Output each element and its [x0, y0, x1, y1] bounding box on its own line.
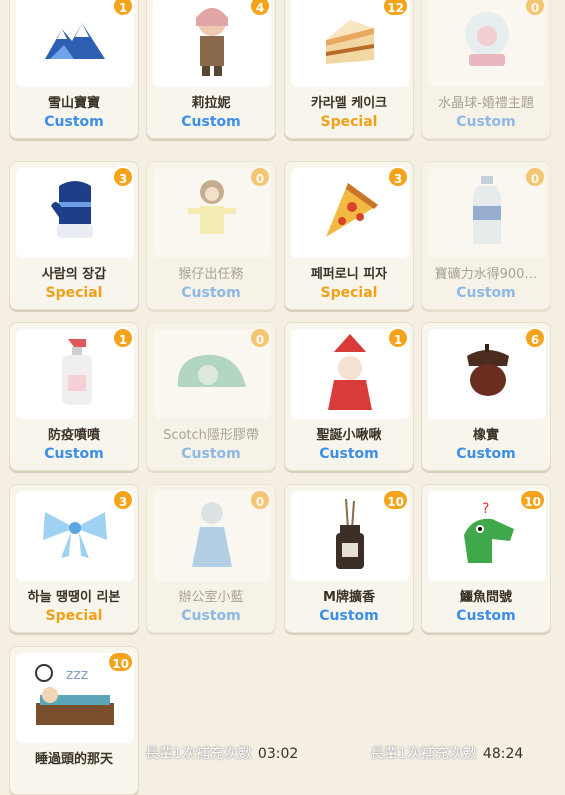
item-name: 聖誕小啾啾	[316, 428, 382, 443]
item-type-label: Custom	[44, 446, 104, 462]
ticker-text: 長輩1次補充次數	[370, 746, 477, 762]
count-badge: 3	[387, 166, 409, 188]
item-name: 寶礦力水得900…	[434, 267, 538, 282]
item-card[interactable]: 1 雪山寶寶 Custom	[9, 0, 139, 139]
office-character-icon	[184, 497, 240, 575]
item-name: 페퍼로니 피자	[310, 267, 388, 282]
tape-dispenser-icon	[172, 347, 252, 401]
item-type-label: Custom	[456, 114, 516, 130]
item-name: 防疫噴噴	[47, 428, 100, 443]
mitten-icon	[47, 176, 103, 250]
svg-text:zzz: zzz	[66, 667, 88, 683]
count-badge: 3	[112, 489, 134, 511]
item-type-label: Custom	[181, 114, 241, 130]
item-card[interactable]: 10 M牌擴香 Custom	[284, 484, 414, 633]
sleeping-icon: zzz	[30, 661, 120, 735]
item-name: 睡過頭的那天	[34, 752, 113, 767]
count-badge: 10	[107, 651, 134, 673]
acorn-icon	[457, 342, 517, 406]
santa-character-icon	[318, 332, 382, 416]
crocodile-icon: ?	[452, 499, 522, 573]
item-name: 鱷魚問號	[459, 590, 512, 605]
item-card[interactable]: 0 水晶球-婚禮主題 Custom	[421, 0, 551, 139]
item-card[interactable]: 3 페퍼로니 피자 Special	[284, 161, 414, 310]
svg-text:?: ?	[482, 501, 489, 517]
ticker-text: 長輩1次補充次數	[145, 746, 252, 762]
item-card[interactable]: 0 Scotch隱形膠帶 Custom	[146, 322, 276, 471]
item-name: 莉拉妮	[191, 96, 231, 111]
item-card[interactable]: 6 橡實 Custom	[421, 322, 551, 471]
item-name: 雪山寶寶	[47, 96, 100, 111]
item-card[interactable]: 0 辦公室小藍 Custom	[146, 484, 276, 633]
item-type-label: Custom	[181, 285, 241, 301]
item-type-label: Custom	[319, 608, 379, 624]
item-card[interactable]: 12 카라멜 케이크 Special	[284, 0, 414, 139]
item-type-label: Custom	[319, 446, 379, 462]
refill-ticker-2: 長輩1次補充次數 48:24	[370, 743, 523, 765]
count-badge: 0	[249, 327, 271, 349]
item-type-label: Custom	[456, 446, 516, 462]
pizza-slice-icon	[318, 179, 382, 247]
item-name: 하늘 땡땡이 리본	[27, 590, 121, 605]
item-name: 카라멜 케이크	[310, 96, 388, 111]
count-badge: 10	[382, 489, 409, 511]
item-card[interactable]: ? 10 鱷魚問號 Custom	[421, 484, 551, 633]
item-card[interactable]: 1 防疫噴噴 Custom	[9, 322, 139, 471]
count-badge: 6	[524, 327, 546, 349]
item-type-label: Custom	[44, 114, 104, 130]
cake-slice-icon	[320, 10, 380, 74]
item-type-label: Special	[45, 285, 103, 301]
diffuser-icon	[328, 495, 372, 577]
count-badge: 0	[524, 166, 546, 188]
item-name: 水晶球-婚禮主題	[438, 96, 534, 111]
ticker-time: 03:02	[257, 746, 299, 762]
snow-mountain-icon	[40, 15, 110, 69]
item-type-label: Special	[45, 608, 103, 624]
count-badge: 0	[249, 489, 271, 511]
ticker-time: 48:24	[482, 746, 524, 762]
item-type-label: Custom	[456, 608, 516, 624]
count-badge: 3	[112, 166, 134, 188]
item-type-label: Custom	[456, 285, 516, 301]
item-name: Scotch隱形膠帶	[163, 428, 259, 443]
count-badge: 1	[112, 327, 134, 349]
item-name: M牌擴香	[323, 590, 375, 605]
item-card[interactable]: 4 莉拉妮 Custom	[146, 0, 276, 139]
item-card[interactable]: 0 猴仔出任務 Custom	[146, 161, 276, 310]
monkey-icon	[182, 176, 242, 250]
item-card[interactable]: zzz 10 睡過頭的那天	[9, 646, 139, 795]
item-type-label: Special	[320, 114, 378, 130]
refill-ticker-1: 長輩1次補充次數 03:02	[145, 743, 298, 765]
spray-bottle-icon	[50, 335, 100, 413]
count-badge: 1	[387, 327, 409, 349]
count-badge: 12	[382, 0, 409, 17]
water-bottle-icon	[467, 174, 507, 252]
item-name: 橡實	[472, 428, 499, 443]
item-name: 辦公室小藍	[178, 590, 244, 605]
item-card[interactable]: 1 聖誕小啾啾 Custom	[284, 322, 414, 471]
item-name: 猴仔出任務	[178, 267, 244, 282]
count-badge: 0	[249, 166, 271, 188]
item-card[interactable]: 0 寶礦力水得900… Custom	[421, 161, 551, 310]
ribbon-bow-icon	[39, 506, 111, 566]
item-name: 사람의 장갑	[41, 267, 107, 282]
item-type-label: Custom	[181, 608, 241, 624]
item-type-label: Special	[320, 285, 378, 301]
count-badge: 10	[519, 489, 546, 511]
item-type-label: Custom	[181, 446, 241, 462]
item-card[interactable]: 3 사람의 장갑 Special	[9, 161, 139, 310]
girl-character-icon	[182, 0, 242, 84]
snow-globe-icon	[459, 8, 515, 76]
item-card[interactable]: 3 하늘 땡땡이 리본 Special	[9, 484, 139, 633]
